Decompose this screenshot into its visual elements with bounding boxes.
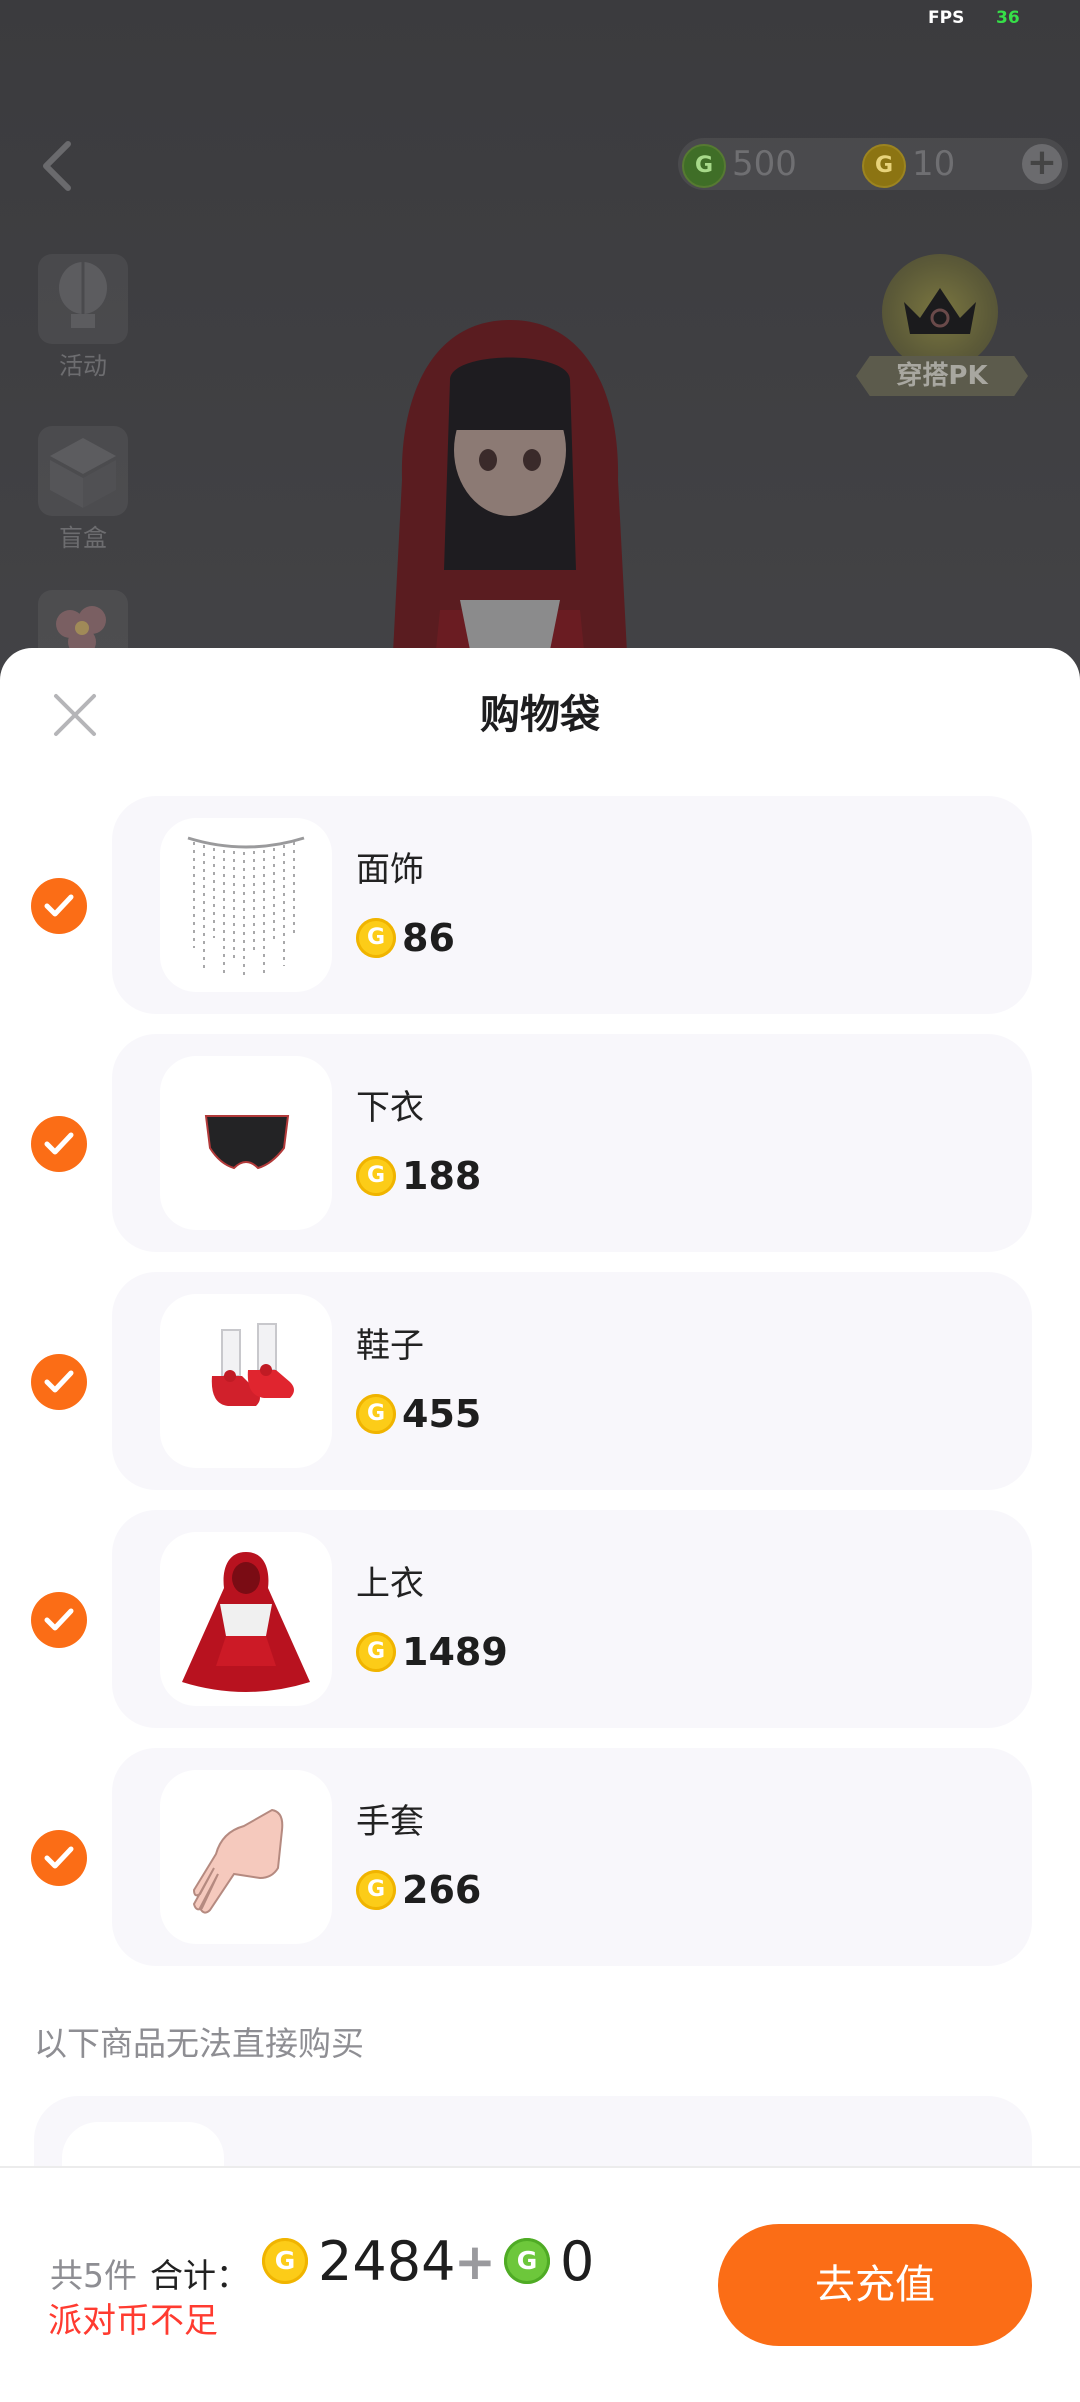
item-thumbnail <box>160 1770 332 1944</box>
total-gold-value: 2484 <box>318 2230 456 2293</box>
item-thumbnail <box>160 1056 332 1230</box>
item-thumbnail <box>160 1294 332 1468</box>
cart-item: 手套 266 <box>0 1748 1080 1966</box>
gold-coin-icon <box>356 1632 396 1672</box>
side-item-blind-box[interactable]: 盲盒 <box>28 426 138 553</box>
gift-box-icon <box>38 426 128 516</box>
item-card[interactable]: 鞋子 455 <box>112 1272 1032 1490</box>
checkmark-icon <box>44 1132 74 1155</box>
side-item-label: 活动 <box>59 352 107 380</box>
fps-label: FPS <box>928 8 965 28</box>
item-name: 下衣 <box>356 1088 424 1128</box>
gold-coin-icon <box>356 1156 396 1196</box>
cart-item: 面饰 86 <box>0 796 1080 1014</box>
side-item-label: 盲盒 <box>59 524 107 552</box>
pk-label: 穿搭PK <box>856 356 1028 396</box>
sheet-title: 购物袋 <box>480 692 600 738</box>
crown-icon <box>882 254 998 370</box>
gold-coin-balance: 10 <box>912 144 956 184</box>
checkmark-icon <box>44 1846 74 1869</box>
item-price-value: 266 <box>402 1868 482 1912</box>
item-thumbnail <box>160 818 332 992</box>
recharge-button[interactable]: 去充值 <box>718 2224 1032 2346</box>
checkmark-icon <box>44 1370 74 1393</box>
side-item-activity[interactable]: 活动 <box>28 254 138 381</box>
item-checkbox[interactable] <box>31 1354 87 1410</box>
back-button[interactable] <box>34 136 82 196</box>
green-coin-balance: 500 <box>732 144 797 184</box>
fps-counter: FPS 36 <box>920 8 1080 38</box>
green-coin-icon: G <box>682 144 726 188</box>
total-label: 合计： <box>150 2256 249 2295</box>
gold-coin-icon <box>356 1394 396 1434</box>
item-card[interactable]: 上衣 1489 <box>112 1510 1032 1728</box>
item-price-value: 188 <box>402 1154 482 1198</box>
item-checkbox[interactable] <box>31 1592 87 1648</box>
cart-item: 下衣 188 <box>0 1034 1080 1252</box>
insufficient-funds-warning: 派对币不足 <box>48 2301 218 2341</box>
character-avatar <box>340 310 680 700</box>
green-coin-icon <box>504 2238 550 2284</box>
item-checkbox[interactable] <box>31 878 87 934</box>
item-name: 鞋子 <box>356 1326 424 1366</box>
outfit-pk-badge[interactable]: 穿搭PK <box>846 248 1036 408</box>
item-checkbox[interactable] <box>31 1116 87 1172</box>
shopping-bag-sheet: 购物袋 面饰 G 86 下衣 G 188 鞋子 G 455 上衣 G 1489 … <box>0 648 1080 2400</box>
gold-coin-icon <box>356 918 396 958</box>
checkmark-icon <box>44 894 74 917</box>
item-name: 面饰 <box>356 850 424 890</box>
cart-item: 上衣 1489 <box>0 1510 1080 1728</box>
item-checkbox[interactable] <box>31 1830 87 1886</box>
checkout-footer: 共5件 合计： 2484 + 0 派对币不足 去充值 <box>0 2166 1080 2402</box>
currency-bar: G 500 G 10 + <box>678 138 1068 190</box>
item-card[interactable]: 下衣 188 <box>112 1034 1032 1252</box>
fps-value: 36 <box>996 8 1020 28</box>
item-thumbnail <box>160 1532 332 1706</box>
unavailable-notice: 以下商品无法直接购买 <box>34 2024 364 2063</box>
item-card[interactable]: 面饰 86 <box>112 796 1032 1014</box>
item-price-value: 86 <box>402 916 455 960</box>
item-name: 上衣 <box>356 1564 424 1604</box>
item-price-value: 455 <box>402 1392 482 1436</box>
chevron-left-icon <box>43 141 71 191</box>
item-name: 手套 <box>356 1802 424 1842</box>
gold-coin-icon <box>356 1870 396 1910</box>
item-count: 共5件 <box>50 2256 137 2295</box>
balloon-icon <box>38 254 128 344</box>
total-green-value: 0 <box>560 2230 595 2293</box>
plus-sign: + <box>454 2233 496 2291</box>
game-scene: FPS 36 G 500 G 10 + 活动 盲盒 穿搭PK <box>0 0 1080 700</box>
add-currency-button[interactable]: + <box>1022 144 1062 184</box>
item-card[interactable]: 手套 266 <box>112 1748 1032 1966</box>
checkmark-icon <box>44 1608 74 1631</box>
gold-coin-icon <box>262 2238 308 2284</box>
gold-coin-icon: G <box>862 144 906 188</box>
item-price-value: 1489 <box>402 1630 508 1674</box>
cart-item: 鞋子 455 <box>0 1272 1080 1490</box>
